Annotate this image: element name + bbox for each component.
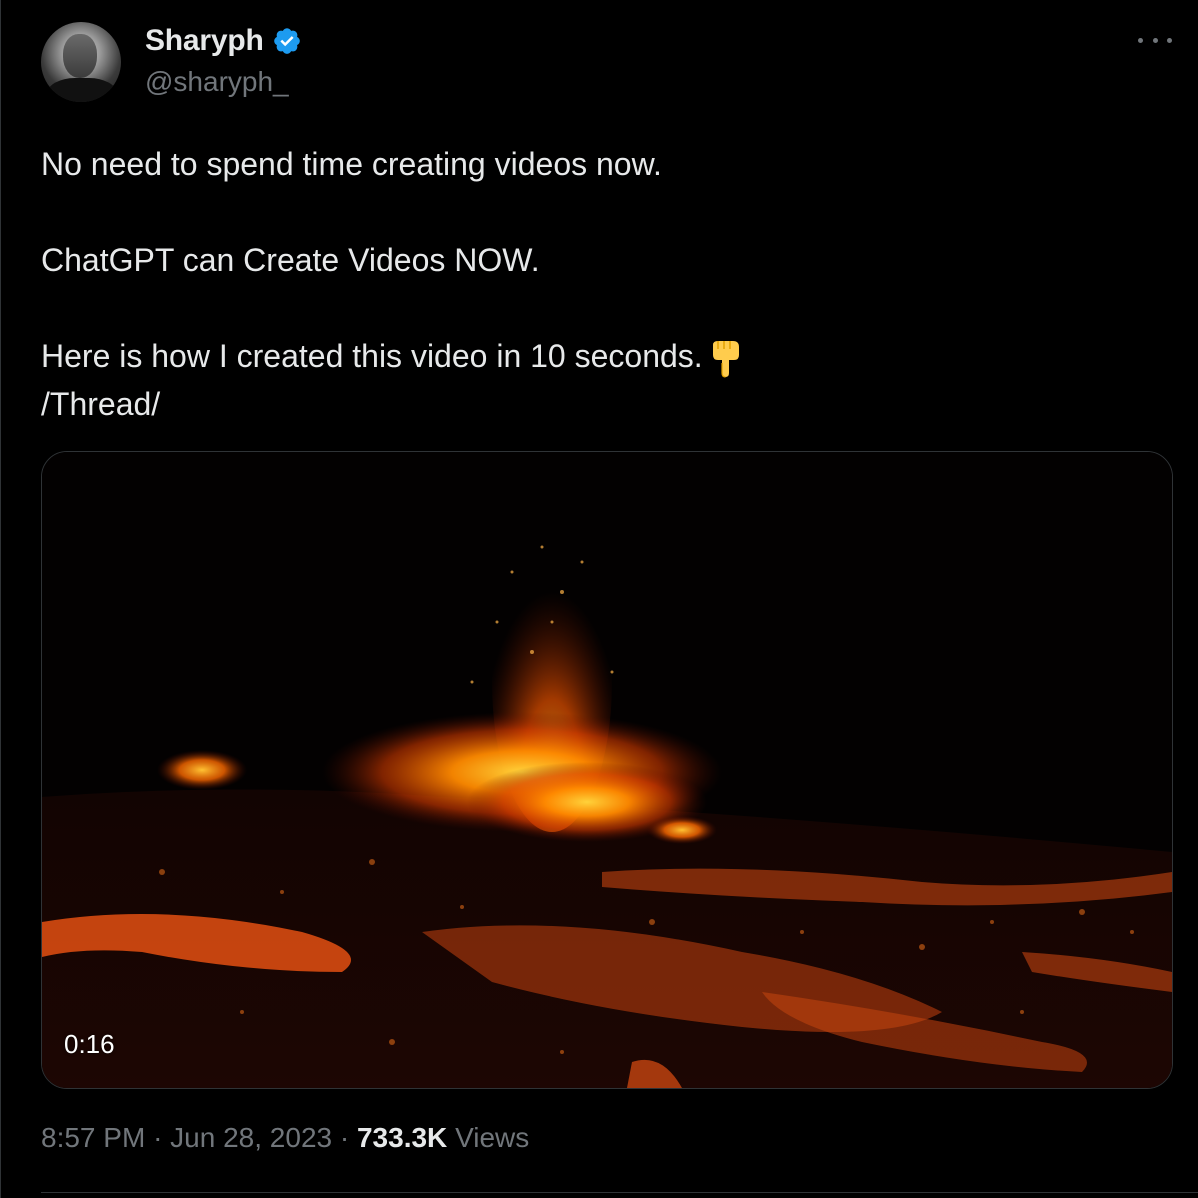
tweet-line-3: Here is how I created this video in 10 s…: [41, 332, 1161, 380]
meta-separator: ·: [339, 1122, 350, 1153]
more-options-icon[interactable]: [1138, 28, 1172, 52]
avatar[interactable]: [41, 22, 121, 102]
tweet-card: Sharyph @sharyph_ No need to spend time …: [0, 0, 1198, 1198]
pointing-down-emoji-icon: [712, 340, 739, 378]
video-duration: 0:16: [64, 1029, 115, 1059]
tweet-time[interactable]: 8:57 PM: [41, 1122, 145, 1153]
avatar-face: [63, 34, 97, 78]
author-handle[interactable]: @sharyph_: [145, 66, 289, 98]
more-dot: [1167, 37, 1172, 43]
tweet-date[interactable]: Jun 28, 2023: [170, 1122, 332, 1153]
divider: [41, 1192, 1198, 1193]
views-label: Views: [455, 1122, 530, 1153]
tweet-line-4: /Thread/: [41, 386, 161, 422]
tweet-meta: 8:57 PM · Jun 28, 2023 · 733.3K Views: [41, 1122, 529, 1154]
tweet-line-2: ChatGPT can Create Videos NOW.: [41, 242, 540, 278]
views-count[interactable]: 733.3K: [357, 1122, 447, 1153]
verified-badge-icon[interactable]: [272, 26, 302, 56]
tweet-line-1: No need to spend time creating videos no…: [41, 146, 662, 182]
lava-eruption-video-frame: [42, 452, 1172, 1088]
author-name-row: Sharyph: [145, 24, 302, 58]
video-player[interactable]: 0:16: [41, 451, 1173, 1089]
meta-separator: ·: [153, 1122, 163, 1153]
author-display-name[interactable]: Sharyph: [145, 24, 264, 58]
tweet-line-3-text: Here is how I created this video in 10 s…: [41, 338, 703, 374]
avatar-shoulders: [47, 78, 117, 102]
more-dot: [1138, 37, 1143, 43]
tweet-text: No need to spend time creating videos no…: [41, 140, 1161, 428]
more-dot: [1152, 37, 1158, 43]
